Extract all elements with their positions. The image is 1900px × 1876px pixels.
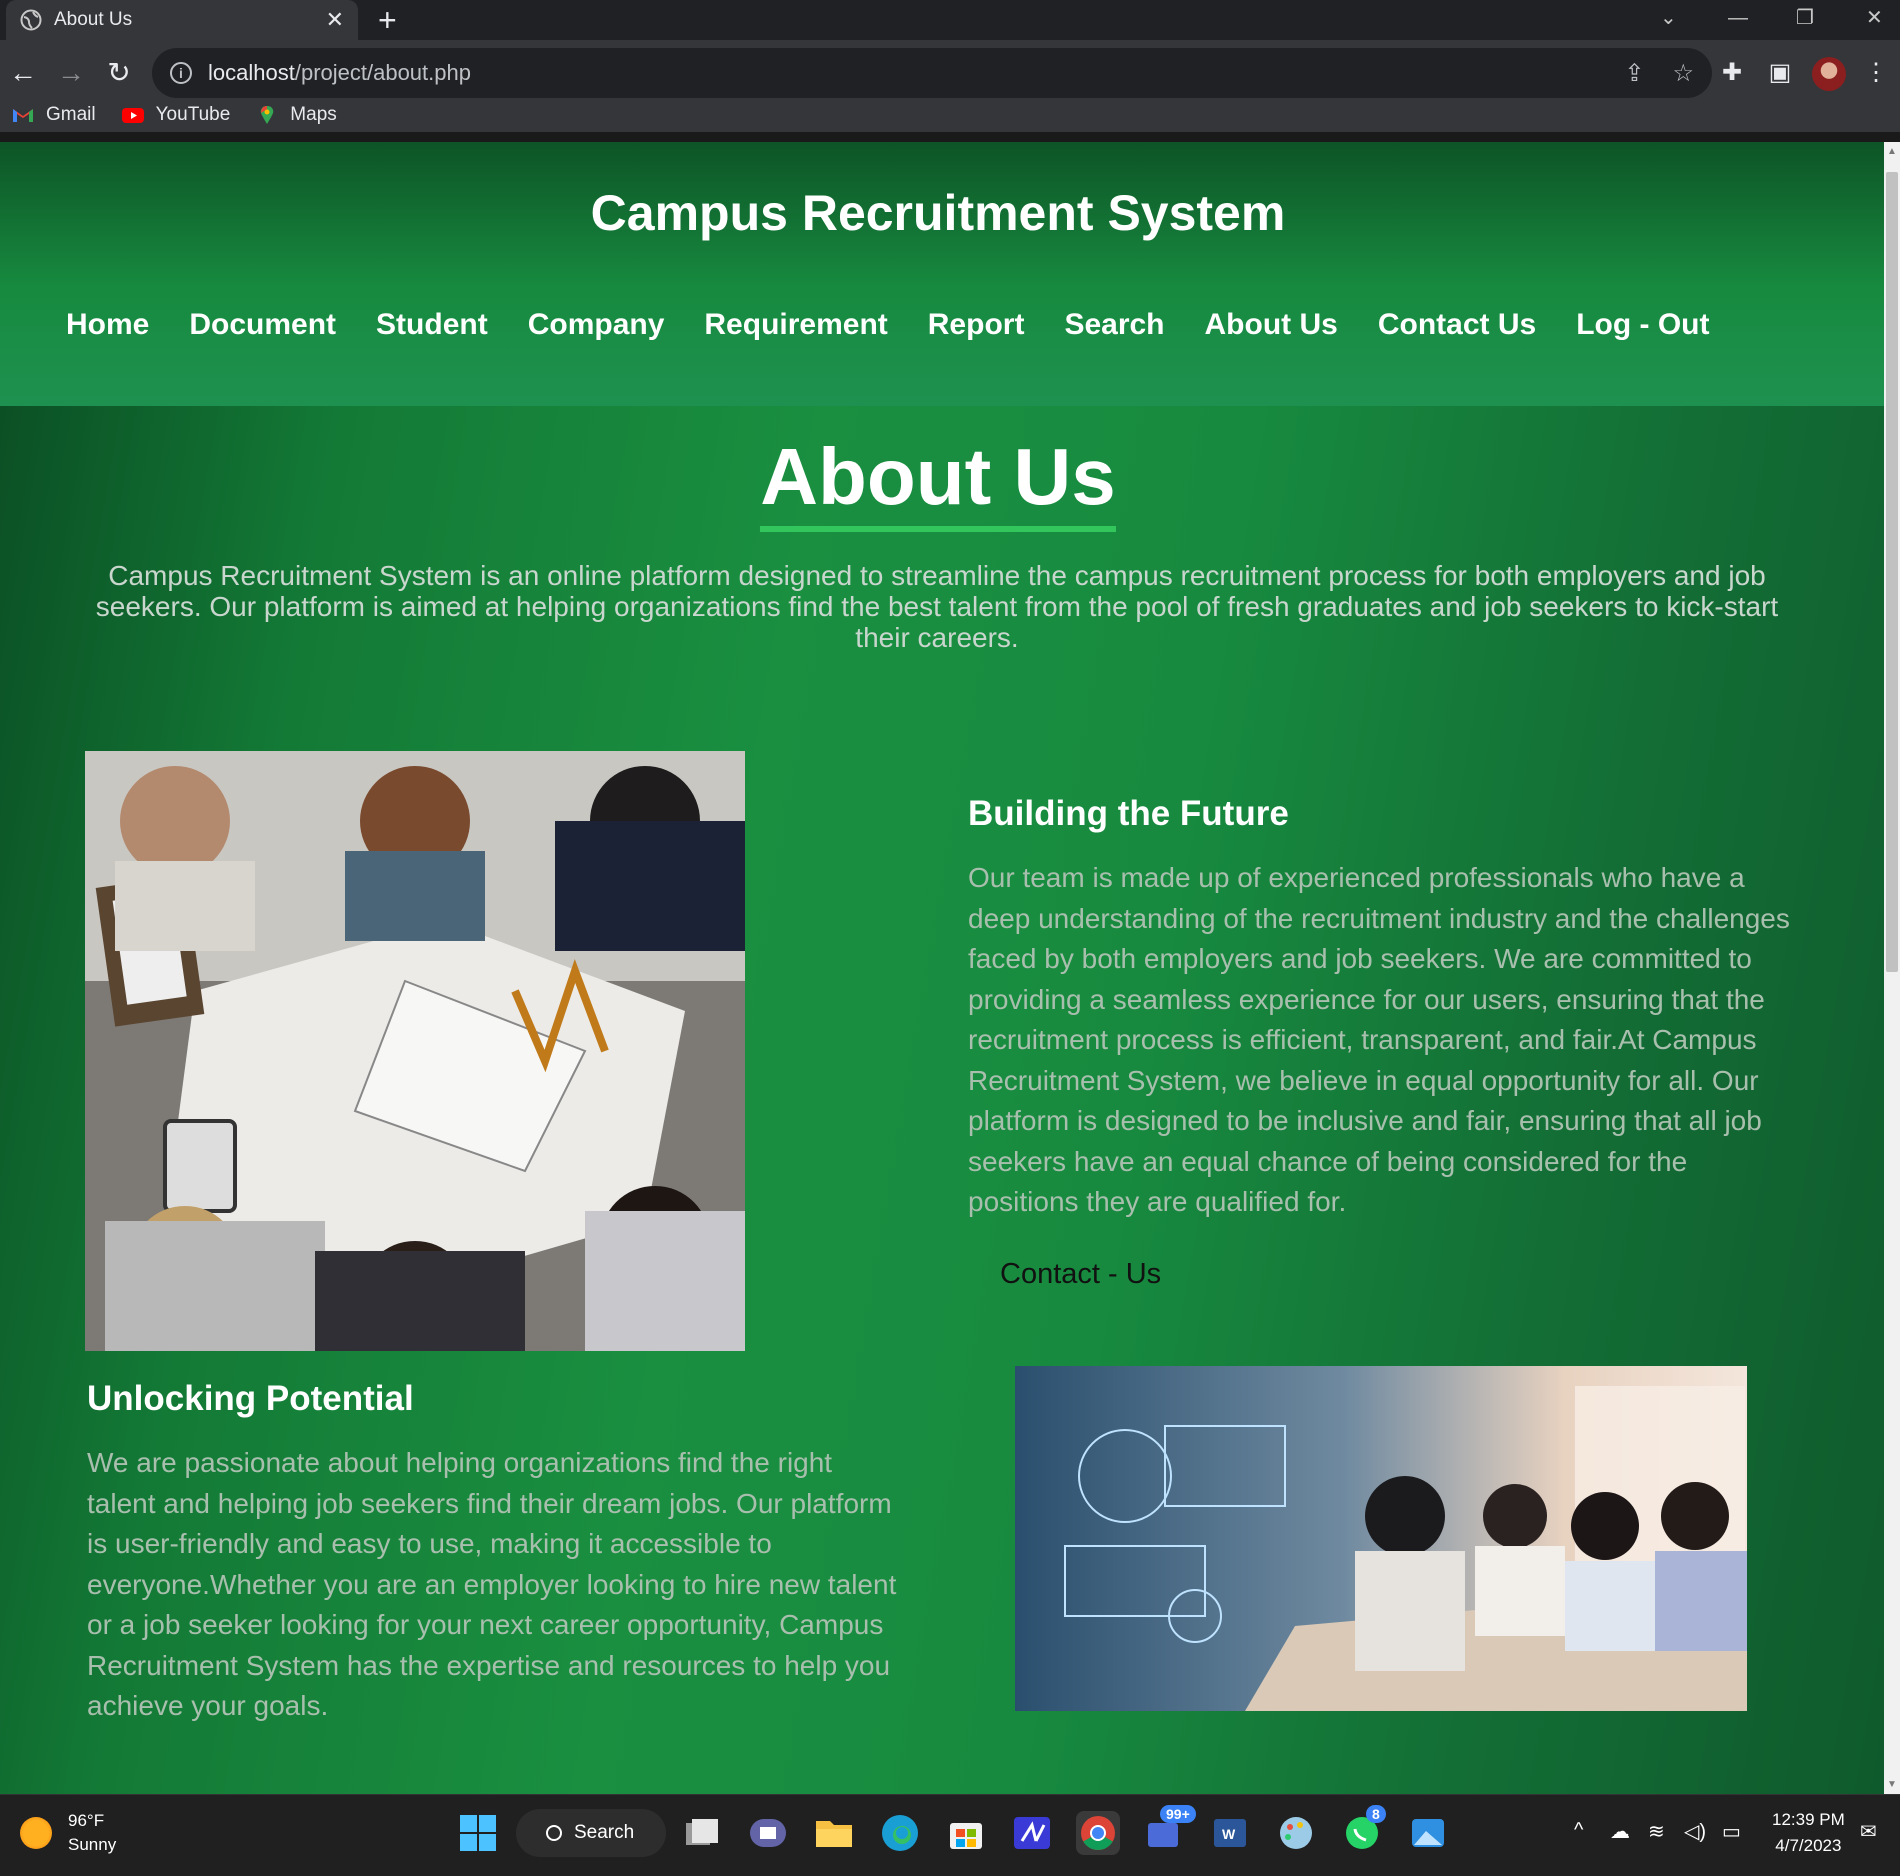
tab-strip: About Us ✕ + ⌄ — ❐ ✕ [0, 0, 1900, 40]
edge-icon[interactable] [878, 1811, 922, 1855]
bookmark-star-icon[interactable]: ☆ [1672, 59, 1694, 88]
chrome-taskbar-button[interactable] [1076, 1811, 1120, 1855]
tab-title: About Us [54, 9, 133, 30]
volume-icon[interactable]: ◁) [1684, 1819, 1706, 1844]
menu-icon[interactable]: ⋮ [1856, 52, 1896, 94]
photos-icon[interactable] [1406, 1811, 1450, 1855]
page-viewport: Campus Recruitment System Home Document … [0, 142, 1884, 1794]
nav-contact-us[interactable]: Contact Us [1378, 308, 1536, 342]
windows-start-icon[interactable] [456, 1811, 500, 1855]
notification-icon[interactable]: ✉ [1860, 1819, 1877, 1844]
clock-date: 4/7/2023 [1775, 1836, 1842, 1855]
taskbar-clock[interactable]: 12:39 PM 4/7/2023 [1772, 1807, 1845, 1859]
bookmark-label: YouTube [155, 104, 231, 125]
share-icon[interactable]: ⇪ [1624, 59, 1644, 88]
teams-badge: 99+ [1160, 1805, 1196, 1823]
microsoft-store-icon[interactable] [944, 1811, 988, 1855]
visual-studio-icon[interactable] [1010, 1811, 1054, 1855]
sun-icon [20, 1817, 52, 1849]
forward-icon[interactable]: → [50, 52, 92, 94]
contact-us-link[interactable]: Contact - Us [1000, 1258, 1161, 1291]
nav-report[interactable]: Report [928, 308, 1025, 342]
bookmarks-bar: Gmail YouTube Maps [0, 98, 351, 132]
nav-requirement[interactable]: Requirement [704, 308, 887, 342]
teams-chat-icon[interactable] [746, 1811, 790, 1855]
digital-office-image [1015, 1366, 1747, 1711]
minimize-icon[interactable]: — [1728, 0, 1748, 40]
paint-icon[interactable] [1274, 1811, 1318, 1855]
scroll-up-icon[interactable]: ▲ [1884, 146, 1900, 157]
unlocking-potential-text: We are passionate about helping organiza… [87, 1447, 897, 1721]
windows-taskbar: 96°F Sunny Search 99+ W 8 ^ ☁ ≋ ◁) ▭ 12:… [0, 1794, 1900, 1876]
globe-icon [20, 9, 42, 31]
tab-search-icon[interactable]: ⌄ [1660, 0, 1677, 40]
building-future-section: Building the Future Our team is made up … [968, 794, 1800, 1223]
bookmark-label: Maps [290, 104, 337, 125]
url-path: /project/about.php [294, 60, 471, 85]
bookmark-gmail[interactable]: Gmail [12, 104, 96, 126]
team-meeting-image [85, 751, 745, 1351]
nav-search[interactable]: Search [1064, 308, 1164, 342]
building-future-heading: Building the Future [968, 794, 1289, 833]
nav-home[interactable]: Home [66, 308, 149, 342]
weather-widget[interactable]: 96°F Sunny [20, 1809, 116, 1857]
extensions-icon[interactable]: ✚ [1712, 52, 1752, 94]
bookmark-maps[interactable]: Maps [256, 104, 337, 126]
url-host: localhost [208, 60, 295, 85]
scroll-down-icon[interactable]: ▼ [1884, 1779, 1900, 1790]
unlocking-potential-heading: Unlocking Potential [87, 1379, 414, 1418]
about-intro: Campus Recruitment System is an online p… [95, 560, 1779, 653]
bookmark-label: Gmail [46, 104, 96, 125]
profile-avatar[interactable] [1812, 57, 1846, 91]
weather-temperature: 96°F [68, 1811, 105, 1830]
browser-tab[interactable]: About Us ✕ [6, 0, 358, 40]
show-hidden-icons[interactable]: ^ [1574, 1819, 1583, 1842]
address-bar[interactable]: i localhost /project/about.php ⇪ ☆ [152, 48, 1712, 98]
site-header: Campus Recruitment System Home Document … [0, 142, 1884, 406]
taskbar-search-label: Search [574, 1822, 635, 1843]
new-tab-button[interactable]: + [378, 0, 397, 40]
nav-document[interactable]: Document [189, 308, 336, 342]
reload-icon[interactable]: ↻ [98, 52, 140, 94]
site-title: Campus Recruitment System [590, 185, 1286, 241]
battery-icon[interactable]: ▭ [1722, 1819, 1741, 1844]
svg-text:W: W [1222, 1826, 1236, 1842]
nav-student[interactable]: Student [376, 308, 488, 342]
nav-log-out[interactable]: Log - Out [1576, 308, 1709, 342]
bookmark-youtube[interactable]: YouTube [121, 104, 231, 126]
weather-condition: Sunny [68, 1835, 117, 1854]
onedrive-icon[interactable]: ☁ [1610, 1819, 1630, 1844]
site-info-icon[interactable]: i [170, 62, 192, 84]
close-window-icon[interactable]: ✕ [1866, 0, 1883, 40]
restore-icon[interactable]: ❐ [1796, 0, 1814, 40]
taskbar-search[interactable]: Search [516, 1809, 666, 1857]
task-view-icon[interactable] [680, 1811, 724, 1855]
file-explorer-icon[interactable] [812, 1811, 856, 1855]
maps-icon [261, 106, 274, 124]
side-panel-icon[interactable]: ▣ [1760, 52, 1800, 94]
close-tab-icon[interactable]: ✕ [326, 7, 344, 33]
youtube-icon [121, 108, 144, 123]
wifi-icon[interactable]: ≋ [1648, 1819, 1665, 1844]
main-nav: Home Document Student Company Requiremen… [46, 308, 1730, 342]
nav-company[interactable]: Company [528, 308, 665, 342]
word-icon[interactable]: W [1208, 1811, 1252, 1855]
whatsapp-badge: 8 [1366, 1805, 1386, 1823]
scroll-thumb[interactable] [1886, 172, 1898, 972]
unlocking-potential-section: Unlocking Potential We are passionate ab… [87, 1379, 907, 1727]
clock-time: 12:39 PM [1772, 1810, 1845, 1829]
about-heading: About Us [760, 432, 1116, 532]
nav-about-us[interactable]: About Us [1205, 308, 1338, 342]
about-heading-wrap: About Us [0, 432, 1876, 532]
gmail-icon [13, 109, 33, 122]
back-icon[interactable]: ← [2, 52, 44, 94]
search-icon [546, 1825, 562, 1841]
chrome-icon [1081, 1816, 1115, 1850]
page-scrollbar[interactable]: ▲ ▼ [1884, 142, 1900, 1794]
building-future-text: Our team is made up of experienced profe… [968, 862, 1790, 1217]
